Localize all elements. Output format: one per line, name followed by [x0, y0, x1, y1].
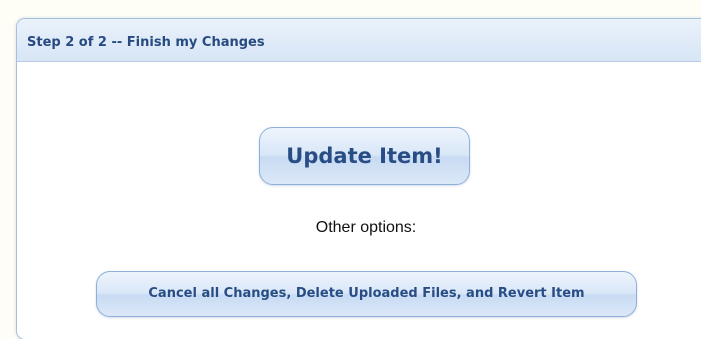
panel-title: Step 2 of 2 -- Finish my Changes [27, 35, 265, 50]
panel-header: Step 2 of 2 -- Finish my Changes [17, 19, 701, 62]
other-options-label: Other options: [315, 219, 417, 236]
finish-changes-panel: Step 2 of 2 -- Finish my Changes Update … [16, 18, 701, 339]
cancel-and-revert-button[interactable]: Cancel all Changes, Delete Uploaded File… [96, 271, 637, 317]
update-item-button[interactable]: Update Item! [259, 127, 470, 185]
